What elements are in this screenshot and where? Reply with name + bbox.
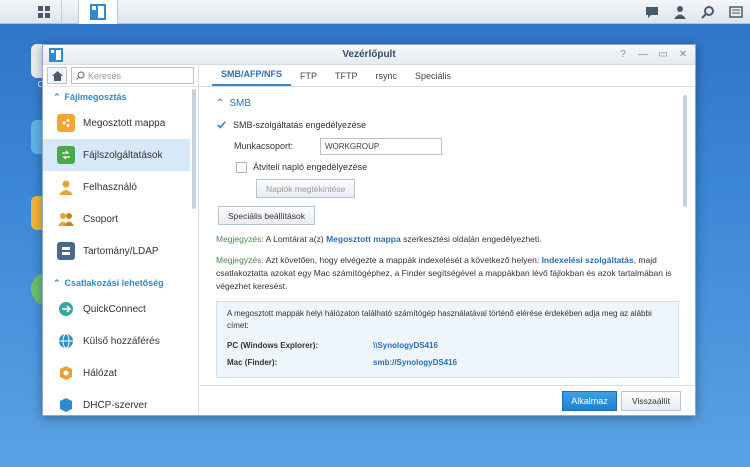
sidebar-item-shared-folder[interactable]: Megosztott mappa — [43, 107, 190, 139]
section-title: SMB — [229, 97, 252, 109]
collapse-icon: ⌃ — [53, 91, 61, 102]
group-label: Fájlmegosztás — [64, 92, 127, 102]
sidebar-item-user[interactable]: Felhasználó — [43, 171, 190, 203]
group-label: Csatlakozási lehetőség — [64, 278, 164, 288]
quickconnect-icon — [57, 300, 75, 318]
sidebar-item-label: Külső hozzáférés — [83, 335, 160, 347]
main-panel: SMB/AFP/NFS FTP TFTP rsync Speciális ⌃ S… — [200, 65, 695, 415]
workgroup-row: Munkacsoport: — [216, 135, 679, 157]
group-header-connectivity[interactable]: ⌃ Csatlakozási lehetőség — [43, 273, 198, 293]
sidebar-item-group[interactable]: Csoport — [43, 203, 190, 235]
checkmark-icon — [217, 121, 226, 129]
note-text: Azt követően, hogy elvégezte a mappák in… — [263, 255, 542, 265]
sidebar-item-label: Hálózat — [83, 367, 117, 379]
transfer-log-label: Átviteli napló engedélyezése — [253, 162, 368, 172]
widgets-icon[interactable] — [722, 0, 750, 24]
shared-folder-icon — [57, 114, 75, 132]
pc-address-value: \\SynologyDS416 — [373, 341, 438, 350]
file-services-icon — [57, 146, 75, 164]
group-header-file-sharing[interactable]: ⌃ Fájlmegosztás — [43, 87, 198, 107]
smb-section-header[interactable]: ⌃ SMB — [216, 95, 679, 111]
sidebar-item-domain-ldap[interactable]: Tartomány/LDAP — [43, 235, 190, 267]
home-button[interactable] — [47, 67, 67, 84]
tab-bar: SMB/AFP/NFS FTP TFTP rsync Speciális — [200, 65, 695, 87]
mac-address-value: smb://SynologyDS416 — [373, 358, 458, 367]
search-icon[interactable] — [694, 0, 722, 24]
sidebar-item-label: Csoport — [83, 213, 119, 225]
indexing-note: Megjegyzés: Azt követően, hogy elvégezte… — [216, 254, 679, 293]
domain-ldap-icon — [57, 242, 75, 260]
enable-smb-checkbox[interactable] — [216, 119, 227, 131]
collapse-icon: ⌃ — [216, 97, 225, 109]
search-input[interactable] — [88, 70, 168, 81]
home-icon — [51, 70, 63, 81]
close-icon[interactable]: ✕ — [677, 47, 689, 61]
sidebar-item-label: Felhasználó — [83, 181, 137, 193]
shared-folder-link[interactable]: Megosztott mappa — [326, 234, 401, 244]
note-text: A Lomtárat a(z) — [263, 234, 327, 244]
grid-icon — [37, 6, 50, 18]
user-icon[interactable] — [666, 0, 694, 24]
pc-address-label: PC (Windows Explorer): — [227, 341, 319, 350]
tab-ftp[interactable]: FTP — [291, 67, 326, 86]
maximize-icon[interactable]: ▭ — [657, 47, 669, 61]
view-logs-button[interactable]: Naplók megtekintése — [256, 179, 356, 198]
enable-smb-label: SMB-szolgáltatás engedélyezése — [233, 120, 367, 130]
network-icon — [57, 364, 75, 382]
advanced-settings-button[interactable]: Speciális beállítások — [218, 206, 316, 225]
content-scrollbar[interactable] — [683, 95, 687, 207]
tab-rsync[interactable]: rsync — [367, 67, 407, 86]
taskbar-control-panel-button[interactable] — [78, 0, 118, 24]
sidebar: ⌃ Fájlmegosztás Megosztott mappa Fájlszo… — [43, 65, 199, 415]
sidebar-item-label: Megosztott mappa — [83, 117, 166, 129]
enable-smb-row: SMB-szolgáltatás engedélyezése — [216, 117, 679, 133]
sidebar-item-external-access[interactable]: Külső hozzáférés — [43, 325, 190, 357]
sidebar-item-file-services[interactable]: Fájlszolgáltatások — [43, 139, 190, 171]
note-text: szerkesztési oldalán engedélyezheti. — [400, 234, 542, 244]
note-prefix: Megjegyzés: — [216, 255, 264, 265]
control-panel-window: Vezérlőpult ? — ▭ ✕ ⌃ Fájlmegosztás Mego… — [42, 44, 696, 416]
workgroup-field[interactable] — [320, 137, 442, 155]
smb-settings-content: ⌃ SMB SMB-szolgáltatás engedélyezése Mun… — [200, 87, 695, 385]
sidebar-item-network[interactable]: Hálózat — [43, 357, 190, 389]
sidebar-item-label: Tartomány/LDAP — [83, 245, 159, 257]
minimize-icon[interactable]: — — [637, 47, 649, 61]
transfer-log-checkbox[interactable] — [236, 161, 247, 173]
chat-icon[interactable] — [638, 0, 666, 24]
info-text: A megosztott mappák helyi hálózaton talá… — [227, 309, 652, 330]
transfer-log-row: Átviteli napló engedélyezése — [216, 159, 679, 175]
recycle-bin-note: Megjegyzés: A Lomtárat a(z) Megosztott m… — [216, 233, 679, 246]
control-panel-icon — [90, 4, 106, 20]
main-menu-button[interactable] — [26, 0, 62, 24]
sidebar-item-dhcp-server[interactable]: DHCP-szerver — [43, 389, 190, 415]
sidebar-item-label: Fájlszolgáltatások — [83, 149, 163, 161]
tab-advanced[interactable]: Speciális — [406, 67, 460, 86]
search-box[interactable] — [71, 67, 194, 84]
sidebar-item-label: QuickConnect — [83, 303, 146, 315]
note-prefix: Megjegyzés: — [216, 234, 264, 244]
window-title: Vezérlőpult — [342, 49, 396, 60]
help-icon[interactable]: ? — [617, 47, 629, 61]
user-icon — [57, 178, 75, 196]
external-access-icon — [57, 332, 75, 350]
access-address-box: A megosztott mappák helyi hálózaton talá… — [216, 301, 679, 378]
sidebar-item-label: DHCP-szerver — [83, 399, 148, 411]
window-titlebar[interactable]: Vezérlőpult ? — ▭ ✕ — [43, 45, 695, 65]
sidebar-scrollbar[interactable] — [192, 89, 196, 209]
search-icon — [76, 71, 85, 80]
reset-button[interactable]: Visszaállít — [621, 391, 681, 411]
window-footer: Alkalmaz Visszaállít — [200, 385, 695, 415]
group-icon — [57, 210, 75, 228]
dhcp-server-icon — [57, 396, 75, 414]
apply-button[interactable]: Alkalmaz — [562, 391, 617, 411]
sidebar-item-quickconnect[interactable]: QuickConnect — [43, 293, 190, 325]
indexing-service-link[interactable]: Indexelési szolgáltatás — [542, 255, 634, 265]
workgroup-label: Munkacsoport: — [234, 141, 294, 151]
mac-address-label: Mac (Finder): — [227, 358, 278, 367]
tab-smb-afp-nfs[interactable]: SMB/AFP/NFS — [212, 65, 292, 86]
collapse-icon: ⌃ — [53, 277, 61, 288]
tab-tftp[interactable]: TFTP — [326, 67, 367, 86]
taskbar — [0, 0, 750, 24]
